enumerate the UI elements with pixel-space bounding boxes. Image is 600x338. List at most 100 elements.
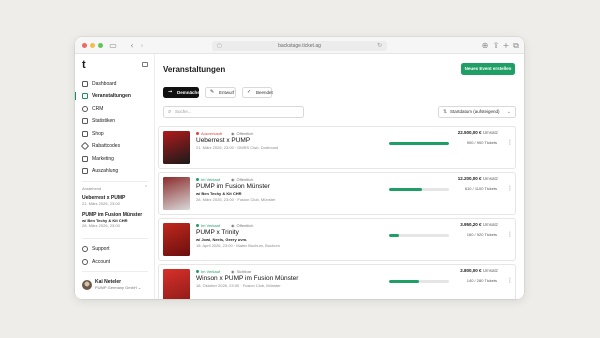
user-organization[interactable]: PUMP Germany GmbH ⌄ (95, 285, 141, 290)
ticket-progress-bar (389, 142, 449, 145)
chevron-up-icon[interactable]: ⌃ (144, 185, 148, 191)
event-meta: 18. Oktober 2026, 23:00 · Fusion Club, M… (196, 283, 281, 288)
tab-beendet[interactable]: ✓ Beendet (242, 87, 273, 98)
status-badge: Im Verkauf (196, 269, 220, 274)
back-icon[interactable]: ‹ (128, 40, 136, 51)
reload-icon[interactable]: ↻ (377, 41, 382, 51)
sidebar-item-rabattcodes[interactable]: Rabattcodes (75, 141, 155, 152)
active-indicator (75, 92, 77, 100)
revenue-label: Umsatz (482, 268, 498, 273)
sidebar-item-dashboard[interactable]: Dashboard (75, 79, 155, 90)
sidebar-item-label: Marketing (92, 156, 114, 162)
app-logo[interactable]: t (82, 59, 86, 71)
progress-fill (389, 142, 449, 145)
home-icon (82, 81, 88, 87)
share-icon[interactable]: ⇪ (492, 40, 500, 51)
lock-icon: ▢ (217, 42, 222, 49)
minimize-window-button[interactable] (90, 43, 95, 48)
sidebar-item-statistiken[interactable]: Statistiken (75, 116, 155, 127)
check-icon: ✓ (247, 89, 252, 95)
upcoming-event-item[interactable]: PUMP im Fusion Münster w/ Ben Techy & Ki… (82, 212, 154, 229)
tab-label: Beendet (256, 90, 273, 95)
event-poster-image (163, 131, 190, 164)
search-icon: ⌕ (168, 108, 172, 115)
search-input[interactable]: ⌕ Suche... (163, 106, 304, 118)
upcoming-event-date: 21. März 2026, 23:00 (82, 201, 120, 206)
event-poster-image (163, 177, 190, 210)
wallet-icon (82, 168, 88, 174)
avatar[interactable] (82, 280, 92, 290)
visibility-label: ◉ Öffentlich (231, 223, 253, 228)
close-window-button[interactable] (82, 43, 87, 48)
sidebar: t Dashboard Veranstaltungen CRM Statisti… (75, 54, 155, 299)
tab-label: Demnächst (177, 90, 202, 95)
status-badge: Im Verkauf (196, 177, 220, 182)
event-poster-image (163, 223, 190, 256)
upcoming-event-date: 28. März 2026, 23:00 (82, 223, 120, 228)
event-title[interactable]: Ueberrest x PUMP (196, 137, 250, 145)
chevron-down-icon: ⌄ (137, 285, 142, 290)
account-icon (82, 259, 88, 265)
event-poster-image (163, 269, 190, 299)
event-revenue: 2.800,00 € Umsatz (409, 268, 498, 274)
visibility-text: Öffentlich (236, 177, 254, 182)
progress-fill (389, 280, 419, 283)
visibility-label: ◉ Öffentlich (231, 177, 253, 182)
sidebar-item-crm[interactable]: CRM (75, 104, 155, 115)
browser-toolbar: ▭ ‹ › ▢ backstage.ticket.ag ↻ ⊕ ⇪ + ⧉ (75, 37, 524, 54)
divider (82, 271, 148, 272)
main-content: Veranstaltungen Neues Event erstellen → D… (155, 54, 524, 299)
progress-fill (389, 188, 422, 191)
ticket-count: 900 / 900 Tickets (466, 140, 497, 145)
revenue-value: 3.950,20 € (460, 222, 482, 227)
event-title[interactable]: Winson x PUMP im Fusion Münster (196, 275, 298, 283)
shop-icon (82, 131, 88, 137)
new-tab-icon[interactable]: + (502, 40, 510, 51)
megaphone-icon (82, 156, 88, 162)
sidebar-item-label: Shop (92, 131, 104, 137)
download-icon[interactable]: ⊕ (481, 40, 489, 51)
sidebar-toggle-icon[interactable]: ▭ (108, 40, 118, 51)
user-organization-text: PUMP Germany GmbH (95, 285, 137, 290)
event-card[interactable]: Im Verkauf ◉ Öffentlich PUMP x Trinity w/… (158, 218, 516, 261)
more-options-icon[interactable]: ⋮ (507, 277, 513, 285)
event-card[interactable]: Im Verkauf ◉ Sichtbar Winson x PUMP im Fu… (158, 264, 516, 299)
sort-select[interactable]: ⇅ Startdatum (aufsteigend) ⌄ (438, 106, 516, 118)
event-title[interactable]: PUMP im Fusion Münster (196, 183, 270, 191)
event-meta: 28. März 2026, 23:00 · Fusion Club, Müns… (196, 197, 276, 202)
more-options-icon[interactable]: ⋮ (507, 185, 513, 193)
more-options-icon[interactable]: ⋮ (507, 139, 513, 147)
sidebar-item-shop[interactable]: Shop (75, 129, 155, 140)
sidebar-item-veranstaltungen[interactable]: Veranstaltungen (75, 91, 155, 102)
address-bar[interactable]: ▢ backstage.ticket.ag ↻ (212, 40, 387, 51)
maximize-window-button[interactable] (98, 43, 103, 48)
tab-demnaechst[interactable]: → Demnächst (163, 87, 202, 98)
visibility-text: Sichtbar (236, 269, 252, 274)
sidebar-item-account[interactable]: Account (75, 257, 155, 268)
event-card[interactable]: Ausverkauft ◉ Öffentlich Ueberrest x PUMP… (158, 126, 516, 169)
event-title[interactable]: PUMP x Trinity (196, 229, 239, 237)
sidebar-item-support[interactable]: Support (75, 244, 155, 255)
event-card[interactable]: Im Verkauf ◉ Öffentlich PUMP im Fusion Mü… (158, 172, 516, 215)
sidebar-item-auszahlung[interactable]: Auszahlung (75, 166, 155, 177)
more-options-icon[interactable]: ⋮ (507, 231, 513, 239)
revenue-label: Umsatz (482, 176, 498, 181)
status-badge: Im Verkauf (196, 223, 220, 228)
users-icon (82, 106, 88, 112)
sidebar-item-label: Statistiken (92, 118, 116, 124)
chart-icon (82, 118, 88, 124)
tag-icon (80, 141, 90, 151)
new-event-button[interactable]: Neues Event erstellen (461, 63, 515, 75)
event-meta: 18. April 2026, 23:00 · Matrix Bochum, B… (196, 243, 280, 248)
sidebar-item-marketing[interactable]: Marketing (75, 154, 155, 165)
revenue-label: Umsatz (482, 222, 498, 227)
tab-overview-icon[interactable]: ⧉ (512, 40, 520, 51)
upcoming-event-item[interactable]: Ueberrest x PUMP 21. März 2026, 23:00 (82, 195, 154, 207)
forward-icon[interactable]: › (138, 40, 146, 51)
eye-icon: ◉ (231, 177, 235, 182)
tab-entwurf[interactable]: ✎ Entwurf (205, 87, 236, 98)
eye-icon: ◉ (231, 131, 235, 136)
collapse-sidebar-icon[interactable] (142, 62, 148, 67)
page-title: Veranstaltungen (163, 65, 226, 74)
ticket-progress-bar (389, 280, 449, 283)
